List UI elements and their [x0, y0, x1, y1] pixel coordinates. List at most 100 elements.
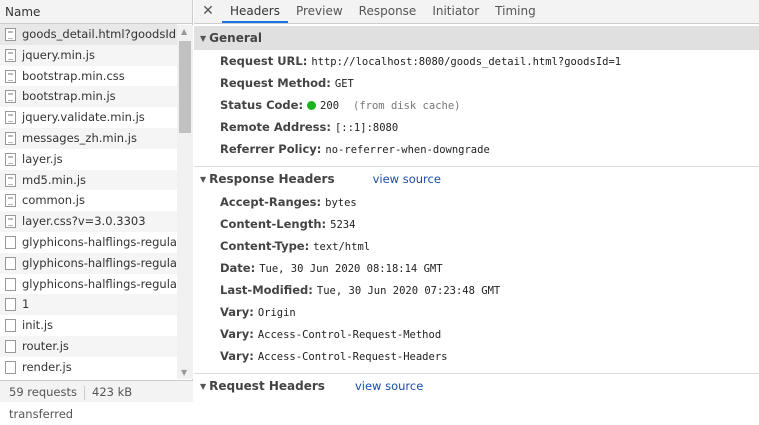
response-headers-header[interactable]: ▼ Response Headers view source [194, 167, 759, 191]
file-icon [5, 152, 16, 166]
file-icon [5, 277, 16, 291]
request-name: glyphicons-halflings-regular.t [22, 276, 177, 291]
request-name: glyphicons-halflings-regular.. [22, 234, 177, 249]
file-icon [5, 90, 16, 104]
cache-note: (from disk cache) [353, 100, 461, 112]
header-row: Request Method: GET [194, 72, 759, 94]
scroll-up-icon[interactable]: ▲ [181, 27, 187, 36]
request-count: 59 requests [9, 385, 77, 399]
header-key: Content-Length: [220, 217, 327, 231]
details-panel: ✕ Headers Preview Response Initiator Tim… [194, 0, 759, 402]
response-headers-section: ▼ Response Headers view source Accept-Rang… [194, 167, 759, 374]
tab-initiator[interactable]: Initiator [424, 0, 487, 23]
header-row: Date: Tue, 30 Jun 2020 08:18:14 GMT [194, 257, 759, 279]
general-section: ▼ General Request URL: http://localhost:80… [194, 26, 759, 167]
request-row[interactable]: goods_detail.html?goodsId=1 [0, 24, 177, 45]
request-row[interactable]: 1 [0, 294, 177, 316]
request-row[interactable]: md5.min.js [0, 169, 177, 191]
header-key: Vary: [220, 349, 254, 363]
request-row[interactable]: bootstrap.min.css [0, 66, 177, 87]
request-name: bootstrap.min.css [22, 68, 125, 83]
file-icon [5, 319, 16, 333]
file-icon [5, 339, 16, 353]
file-icon [5, 69, 16, 83]
request-row[interactable]: layer.css?v=3.0.3303 [0, 211, 177, 232]
request-headers-header[interactable]: ▼ Request Headers view source [194, 374, 759, 398]
file-icon [5, 48, 16, 62]
request-name: layer.js [22, 151, 63, 166]
request-name: md5.min.js [22, 172, 87, 187]
name-column-header[interactable]: Name [0, 0, 192, 24]
header-key: Request URL: [220, 54, 308, 68]
request-row[interactable]: layer.js [0, 149, 177, 170]
file-icon [5, 256, 16, 270]
request-name: common.js [22, 193, 85, 208]
header-row: Content-Type: text/html [194, 235, 759, 257]
request-row[interactable]: glyphicons-halflings-regular.. [0, 252, 177, 274]
request-name: goods_detail.html?goodsId=1 [22, 27, 177, 41]
header-value: 200 [320, 100, 340, 112]
request-name: glyphicons-halflings-regular.. [22, 255, 177, 270]
triangle-down-icon: ▼ [200, 382, 207, 391]
header-key: Content-Type: [220, 239, 310, 253]
tab-timing[interactable]: Timing [487, 0, 544, 23]
view-source-link[interactable]: view source [355, 379, 423, 393]
triangle-down-icon: ▼ [200, 175, 207, 184]
header-value: text/html [313, 241, 371, 253]
section-title: Request Headers [209, 379, 325, 393]
request-row[interactable]: glyphicons-halflings-regular.. [0, 232, 177, 253]
request-name: messages_zh.min.js [22, 130, 137, 145]
header-row: Vary: Access-Control-Request-Headers [194, 345, 759, 367]
detail-tabs: ✕ Headers Preview Response Initiator Tim… [194, 0, 759, 24]
status-dot-icon [307, 101, 317, 110]
request-name: jquery.min.js [22, 47, 95, 62]
header-key: Date: [220, 261, 256, 275]
header-row: Referrer Policy: no-referrer-when-downgra… [194, 138, 759, 160]
triangle-down-icon: ▼ [200, 34, 207, 43]
tab-response[interactable]: Response [351, 0, 425, 23]
request-row[interactable]: jquery.min.js [0, 44, 177, 66]
request-row[interactable]: jquery.validate.min.js [0, 107, 177, 128]
request-row[interactable]: messages_zh.min.js [0, 127, 177, 149]
request-row[interactable]: init.js [0, 315, 177, 336]
request-row[interactable]: render.js [0, 357, 177, 378]
request-row[interactable]: router.js [0, 335, 177, 357]
header-row: Vary: Origin [194, 301, 759, 323]
file-icon [5, 360, 16, 374]
request-list-panel: Name goods_detail.html?goodsId=1 jquery.m… [0, 0, 193, 421]
header-value: http://localhost:8080/goods_detail.html?… [311, 56, 622, 68]
request-name: bootstrap.min.js [22, 89, 116, 104]
request-name: layer.css?v=3.0.3303 [22, 214, 146, 229]
file-icon [5, 215, 16, 229]
scrollbar-thumb[interactable] [179, 41, 191, 133]
header-row: Remote Address: [::1]:8080 [194, 116, 759, 138]
request-row[interactable]: glyphicons-halflings-regular.t [0, 274, 177, 295]
tab-headers[interactable]: Headers [222, 0, 288, 23]
file-icon [5, 111, 16, 125]
header-key: Accept-Ranges: [220, 195, 322, 209]
header-row: Last-Modified: Tue, 30 Jun 2020 07:23:48 … [194, 279, 759, 301]
scrollbar[interactable]: ▲ ▼ [177, 25, 193, 379]
file-icon [5, 28, 16, 41]
file-icon [5, 131, 16, 145]
request-name: render.js [22, 359, 72, 374]
scroll-down-icon[interactable]: ▼ [181, 368, 187, 377]
header-key: Vary: [220, 327, 254, 341]
general-section-header[interactable]: ▼ General [194, 26, 759, 50]
header-value: no-referrer-when-downgrade [325, 144, 490, 156]
header-key: Request Method: [220, 76, 331, 90]
request-name: jquery.validate.min.js [22, 110, 145, 125]
header-key: Last-Modified: [220, 283, 313, 297]
header-row: Status Code: 200 (from disk cache) [194, 94, 759, 116]
request-row[interactable]: bootstrap.min.js [0, 86, 177, 108]
header-value: Tue, 30 Jun 2020 07:23:48 GMT [316, 285, 501, 297]
close-icon[interactable]: ✕ [194, 0, 222, 23]
header-row: Request URL: http://localhost:8080/goods_… [194, 50, 759, 72]
view-source-link[interactable]: view source [373, 172, 441, 186]
tab-preview[interactable]: Preview [288, 0, 351, 23]
header-value: bytes [325, 197, 357, 209]
request-row[interactable]: common.js [0, 190, 177, 211]
request-headers-section: ▼ Request Headers view source [194, 374, 759, 404]
header-row: Vary: Access-Control-Request-Method [194, 323, 759, 345]
request-name: router.js [22, 338, 69, 353]
